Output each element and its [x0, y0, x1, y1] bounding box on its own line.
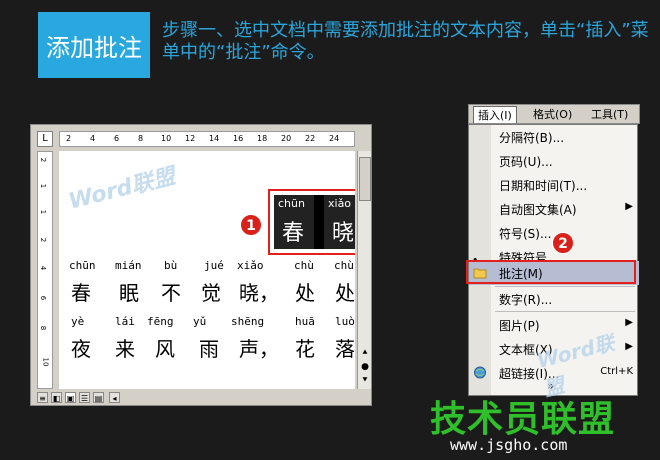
menu-format[interactable]: 格式(O): [529, 106, 576, 123]
ruler-mark: 16: [233, 134, 244, 143]
menu-item-label: 数字(R)...: [499, 293, 553, 307]
menubar: 插入(I) 格式(O) 工具(T): [468, 104, 640, 124]
scroll-left-icon[interactable]: ◂: [109, 392, 120, 403]
pinyin: yǔ: [193, 315, 207, 328]
ruler-mark: 14: [209, 134, 220, 143]
ruler-mark: 1: [39, 183, 48, 189]
web-view-icon[interactable]: ◧: [51, 392, 62, 403]
menu-item-page-numbers[interactable]: 页码(U)...: [469, 149, 639, 173]
menu-item-label: 页码(U)...: [499, 155, 553, 169]
site-url: www.jsgho.com: [450, 436, 568, 454]
ruler-mark: 8: [138, 134, 144, 143]
normal-view-icon[interactable]: ≡: [37, 392, 48, 403]
tutorial-title: 添加批注: [38, 12, 150, 78]
ruler-mark: 10: [41, 357, 50, 367]
menu-item-label: 符号(S)...: [499, 227, 552, 241]
step-badge-2: 2: [552, 232, 574, 254]
menu-item-label: 自动图文集(A): [499, 203, 577, 217]
watermark: Word联盟: [66, 164, 178, 215]
pinyin: jué: [204, 259, 224, 272]
step-instruction: 步骤一、选中文档中需要添加批注的文本内容，单击“插入”菜单中的“批注”命令。: [162, 20, 649, 63]
ruler-mark: 2: [66, 134, 72, 143]
horizontal-ruler[interactable]: 2 4 6 8 10 12 14 16 18 20 22 24: [59, 131, 355, 147]
menu-item-label: 分隔符(B)...: [499, 131, 565, 145]
menu-separator: [495, 311, 635, 312]
hanzi: 眠: [119, 281, 139, 305]
scroll-thumb[interactable]: [359, 157, 371, 201]
hanzi: 声，: [239, 337, 279, 361]
prev-page-icon[interactable]: ⯅: [359, 347, 371, 359]
menu-insert[interactable]: 插入(I): [473, 106, 517, 123]
hanzi: 晓，: [239, 281, 279, 305]
menu-item-number[interactable]: 数字(R)...: [469, 287, 639, 311]
menu-item-date-time[interactable]: 日期和时间(T)...: [469, 173, 639, 197]
document-page[interactable]: Word联盟 chūn xiǎo 春 晓 1 chūn mián bù jué …: [59, 151, 355, 389]
hanzi: 落: [335, 337, 355, 361]
site-logo: 技术员联盟: [430, 399, 616, 440]
submenu-arrow-icon: ▶: [625, 201, 633, 212]
pinyin: shēng: [231, 315, 265, 328]
pinyin: mián: [115, 259, 142, 272]
hanzi: 来: [115, 337, 135, 361]
selected-title-highlight: chūn xiǎo 春 晓: [268, 189, 355, 255]
selected-text[interactable]: chūn xiǎo 春 晓: [274, 195, 355, 249]
hanzi: 风: [155, 337, 175, 361]
hanzi: 春: [71, 281, 91, 305]
ruler-mark: 1: [39, 209, 48, 215]
pinyin: chūn: [69, 259, 96, 272]
hanzi: 晓: [332, 221, 355, 246]
reading-view-icon[interactable]: ▤: [93, 392, 104, 403]
comment-highlight-box: [466, 260, 636, 284]
ruler-mark: 2: [39, 157, 48, 163]
pinyin: xiǎo: [328, 197, 352, 210]
hanzi: 处: [335, 281, 355, 305]
tab-stop-selector[interactable]: L: [37, 131, 53, 147]
ruler-mark: 18: [257, 134, 268, 143]
ruler-mark: 2: [39, 237, 48, 243]
ruler-mark: 6: [114, 134, 120, 143]
ruler-mark: 10: [161, 134, 172, 143]
menu-tools[interactable]: 工具(T): [587, 106, 632, 123]
pinyin: bù: [164, 259, 178, 272]
pinyin: xiǎo: [237, 259, 264, 272]
pinyin: chù: [334, 259, 354, 272]
ruler-mark: 4: [39, 265, 48, 271]
pinyin: yè: [71, 315, 85, 328]
select-browse-icon[interactable]: ●: [359, 361, 371, 373]
next-page-icon[interactable]: ⯆: [359, 375, 371, 387]
pinyin: huā: [295, 315, 315, 328]
menu-item-break[interactable]: 分隔符(B)...: [469, 125, 639, 149]
hanzi: 雨: [199, 337, 219, 361]
menu-item-label: 日期和时间(T)...: [499, 179, 588, 193]
pinyin: chù: [294, 259, 314, 272]
selection-gap: [314, 195, 324, 249]
hanzi: 春: [282, 221, 305, 246]
vertical-scrollbar[interactable]: ⯅ ● ⯆: [357, 151, 371, 389]
hanzi: 不: [161, 281, 181, 305]
menu-item-label: 图片(P): [499, 319, 540, 333]
hanzi: 夜: [71, 337, 91, 361]
word-document-window: L 2 4 6 8 10 12 14 16 18 20 22 24 2 1 1 …: [30, 124, 372, 406]
hanzi: 花: [295, 337, 315, 361]
hanzi: 处: [295, 281, 315, 305]
ruler-mark: 20: [281, 134, 292, 143]
ruler-mark: 8: [39, 325, 48, 331]
pinyin: chūn: [278, 197, 305, 210]
step-badge-1: 1: [240, 214, 262, 236]
ruler-mark: 6: [39, 295, 48, 301]
ruler-mark: 22: [305, 134, 316, 143]
outline-view-icon[interactable]: ☰: [79, 392, 90, 403]
ruler-mark: 12: [185, 134, 196, 143]
pinyin: fēng: [147, 315, 174, 328]
hanzi: 觉: [201, 281, 221, 305]
menu-item-autotext[interactable]: 自动图文集(A) ▶: [469, 197, 639, 221]
hyperlink-globe-icon: [474, 366, 486, 379]
pinyin: luò: [335, 315, 355, 328]
ruler-mark: 4: [90, 134, 96, 143]
vertical-ruler[interactable]: 2 1 1 2 4 6 8 10: [37, 151, 53, 389]
view-buttons-bar: ≡ ◧ ▣ ☰ ▤ ◂: [37, 391, 371, 405]
ruler-mark: 24: [329, 134, 340, 143]
print-view-icon[interactable]: ▣: [65, 392, 76, 403]
pinyin: lái: [115, 315, 135, 328]
